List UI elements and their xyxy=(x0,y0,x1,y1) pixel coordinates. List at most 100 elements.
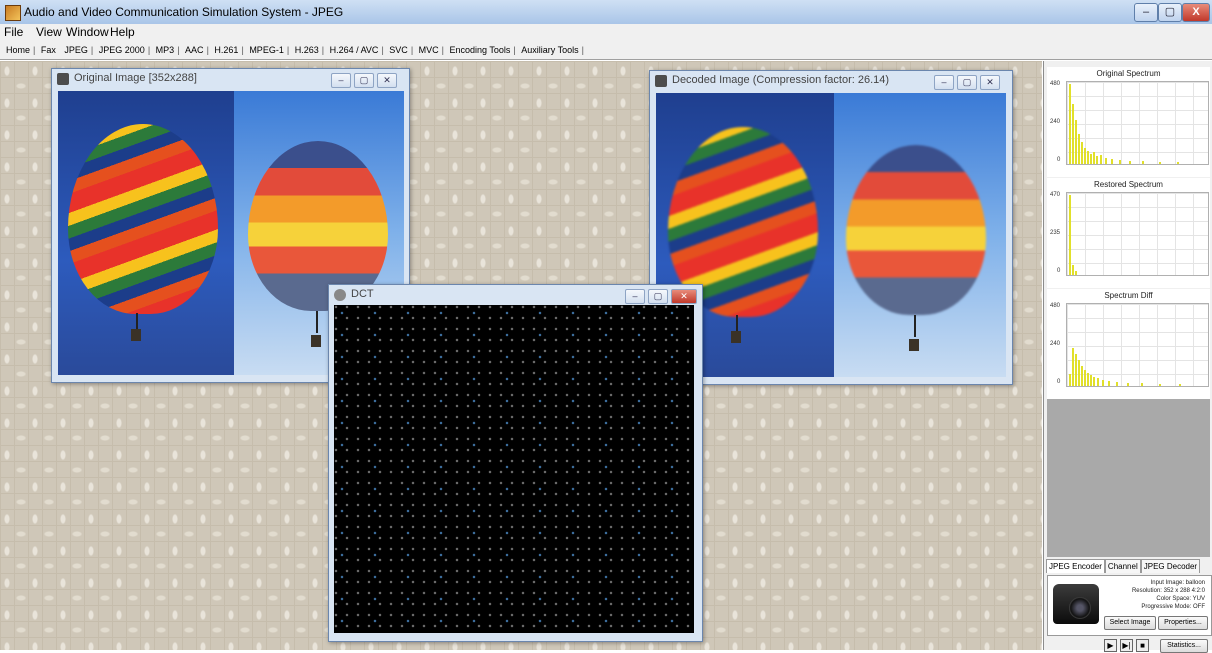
spectrum-diff-title: Spectrum Diff xyxy=(1104,291,1153,300)
tab-separator: | xyxy=(206,45,209,55)
tab-jpeg[interactable]: JPEG xyxy=(62,41,90,59)
rope-right xyxy=(316,311,318,333)
spectrum-bar xyxy=(1100,155,1102,164)
select-image-button[interactable]: Select Image xyxy=(1104,616,1156,630)
tab-auxiliary-tools[interactable]: Auxiliary Tools xyxy=(519,41,580,59)
spectrum-bar xyxy=(1072,348,1074,386)
tab-h261[interactable]: H.261 xyxy=(212,41,240,59)
spectrum-bar xyxy=(1179,384,1181,386)
spectrum-bar xyxy=(1102,380,1104,386)
progressive-mode-info: Progressive Mode: OFF xyxy=(1141,604,1205,610)
original-image-titlebar[interactable]: Original Image [352x288] – ▢ ✕ xyxy=(52,69,409,89)
properties-button[interactable]: Properties... xyxy=(1158,616,1208,630)
dct-window-icon xyxy=(334,289,346,301)
child-minimize-button[interactable]: – xyxy=(625,289,645,304)
module-tab-bar: Home | Fax JPEG | JPEG 2000 | MP3 | AAC | H.2… xyxy=(0,41,1212,60)
spectrum-tick-mid: 235 xyxy=(1050,230,1061,236)
tab-separator: | xyxy=(581,45,584,55)
restored-spectrum-chart: Restored Spectrum 470 235 0 xyxy=(1047,178,1210,288)
tab-mp3[interactable]: MP3 xyxy=(154,41,177,59)
spectrum-bar xyxy=(1142,161,1144,164)
restored-spectrum-title: Restored Spectrum xyxy=(1094,180,1163,189)
dct-coefficient-view xyxy=(334,305,694,633)
tab-jpeg-encoder[interactable]: JPEG Encoder xyxy=(1046,559,1105,573)
tab-h263[interactable]: H.263 xyxy=(293,41,321,59)
image-window-icon xyxy=(57,73,69,85)
spectrum-bar xyxy=(1069,374,1071,386)
tab-separator: | xyxy=(410,45,414,55)
tab-separator: | xyxy=(286,45,290,55)
spectrum-bar xyxy=(1127,383,1129,386)
panel-empty-area xyxy=(1047,399,1210,557)
color-space-info: Color Space: YUV xyxy=(1156,596,1205,602)
step-icon[interactable]: ▶| xyxy=(1120,639,1133,652)
spectrum-bar xyxy=(1108,381,1110,386)
maximize-button[interactable]: ▢ xyxy=(1158,3,1182,22)
decoded-image-window[interactable]: Decoded Image (Compression factor: 26.14… xyxy=(649,70,1013,385)
original-spectrum-title: Original Spectrum xyxy=(1096,69,1161,78)
tab-jpeg-decoder[interactable]: JPEG Decoder xyxy=(1140,559,1201,573)
input-image-info: Input Image: balloon xyxy=(1150,580,1205,586)
basket-right xyxy=(909,339,919,351)
camera-icon xyxy=(1053,584,1099,624)
tab-mpeg1[interactable]: MPEG-1 xyxy=(247,41,286,59)
spectrum-tick-top: 480 xyxy=(1050,303,1061,309)
decoded-image-titlebar[interactable]: Decoded Image (Compression factor: 26.14… xyxy=(650,71,1012,91)
encoder-panel: Input Image: balloon Resolution: 352 x 2… xyxy=(1047,575,1212,636)
spectrum-bar xyxy=(1078,134,1080,164)
spectrum-bar xyxy=(1159,384,1161,386)
play-icon[interactable]: ▶ xyxy=(1104,639,1117,652)
child-minimize-button[interactable]: – xyxy=(934,75,954,90)
tab-home[interactable]: Home xyxy=(4,41,32,59)
tab-channel[interactable]: Channel xyxy=(1104,559,1141,573)
spectrum-tick-top: 470 xyxy=(1050,192,1061,198)
dct-titlebar[interactable]: DCT – ▢ ✕ xyxy=(329,285,702,305)
tab-aac[interactable]: AAC xyxy=(183,41,206,59)
child-close-button[interactable]: ✕ xyxy=(980,75,1000,90)
tab-svc[interactable]: SVC xyxy=(387,41,410,59)
spectrum-bar xyxy=(1090,154,1092,164)
tab-mvc[interactable]: MVC xyxy=(417,41,441,59)
tab-separator: | xyxy=(147,45,151,55)
tab-jpeg2000[interactable]: JPEG 2000 xyxy=(97,41,147,59)
rope-right xyxy=(914,315,916,337)
spectrum-bar xyxy=(1096,156,1098,164)
statistics-button[interactable]: Statistics... xyxy=(1160,639,1208,653)
menu-file[interactable]: File xyxy=(4,25,23,39)
spectrum-diff-chart: Spectrum Diff 480 240 0 xyxy=(1047,289,1210,399)
original-spectrum-chart: Original Spectrum 480 240 0 xyxy=(1047,67,1210,177)
child-close-button[interactable]: ✕ xyxy=(671,289,697,304)
spectrum-tick-mid: 240 xyxy=(1050,341,1061,347)
spectrum-bar xyxy=(1072,265,1074,275)
menu-view[interactable]: View xyxy=(36,25,62,39)
child-minimize-button[interactable]: – xyxy=(331,73,351,88)
tab-fax[interactable]: Fax xyxy=(39,41,58,59)
spectrum-bar xyxy=(1119,160,1121,164)
tab-separator: | xyxy=(513,45,516,55)
spectrum-bar xyxy=(1081,142,1083,164)
spectrum-bar xyxy=(1084,370,1086,386)
menu-window[interactable]: Window xyxy=(66,25,109,39)
spectrum-bar xyxy=(1078,360,1080,386)
child-maximize-button[interactable]: ▢ xyxy=(354,73,374,88)
child-maximize-button[interactable]: ▢ xyxy=(957,75,977,90)
resolution-info: Resolution: 352 x 288 4:2:0 xyxy=(1131,588,1205,594)
spectrum-bar xyxy=(1069,195,1071,275)
child-close-button[interactable]: ✕ xyxy=(377,73,397,88)
child-maximize-button[interactable]: ▢ xyxy=(648,289,668,304)
stop-icon[interactable]: ■ xyxy=(1136,639,1149,652)
original-spectrum-plot xyxy=(1066,81,1209,165)
spectrum-bar xyxy=(1072,104,1074,164)
close-button[interactable]: X xyxy=(1182,3,1210,22)
right-panel: Original Spectrum 480 240 0 Restored Spe… xyxy=(1043,61,1212,653)
restored-spectrum-plot xyxy=(1066,192,1209,276)
dct-window[interactable]: DCT – ▢ ✕ xyxy=(328,284,703,642)
tab-separator: | xyxy=(33,45,36,55)
minimize-button[interactable]: – xyxy=(1134,3,1158,22)
tab-h264[interactable]: H.264 / AVC xyxy=(328,41,381,59)
menu-bar: File View Window Help xyxy=(0,24,1212,41)
tab-encoding-tools[interactable]: Encoding Tools xyxy=(448,41,513,59)
spectrum-bar xyxy=(1090,375,1092,386)
menu-help[interactable]: Help xyxy=(110,25,135,39)
tab-separator: | xyxy=(90,45,94,55)
